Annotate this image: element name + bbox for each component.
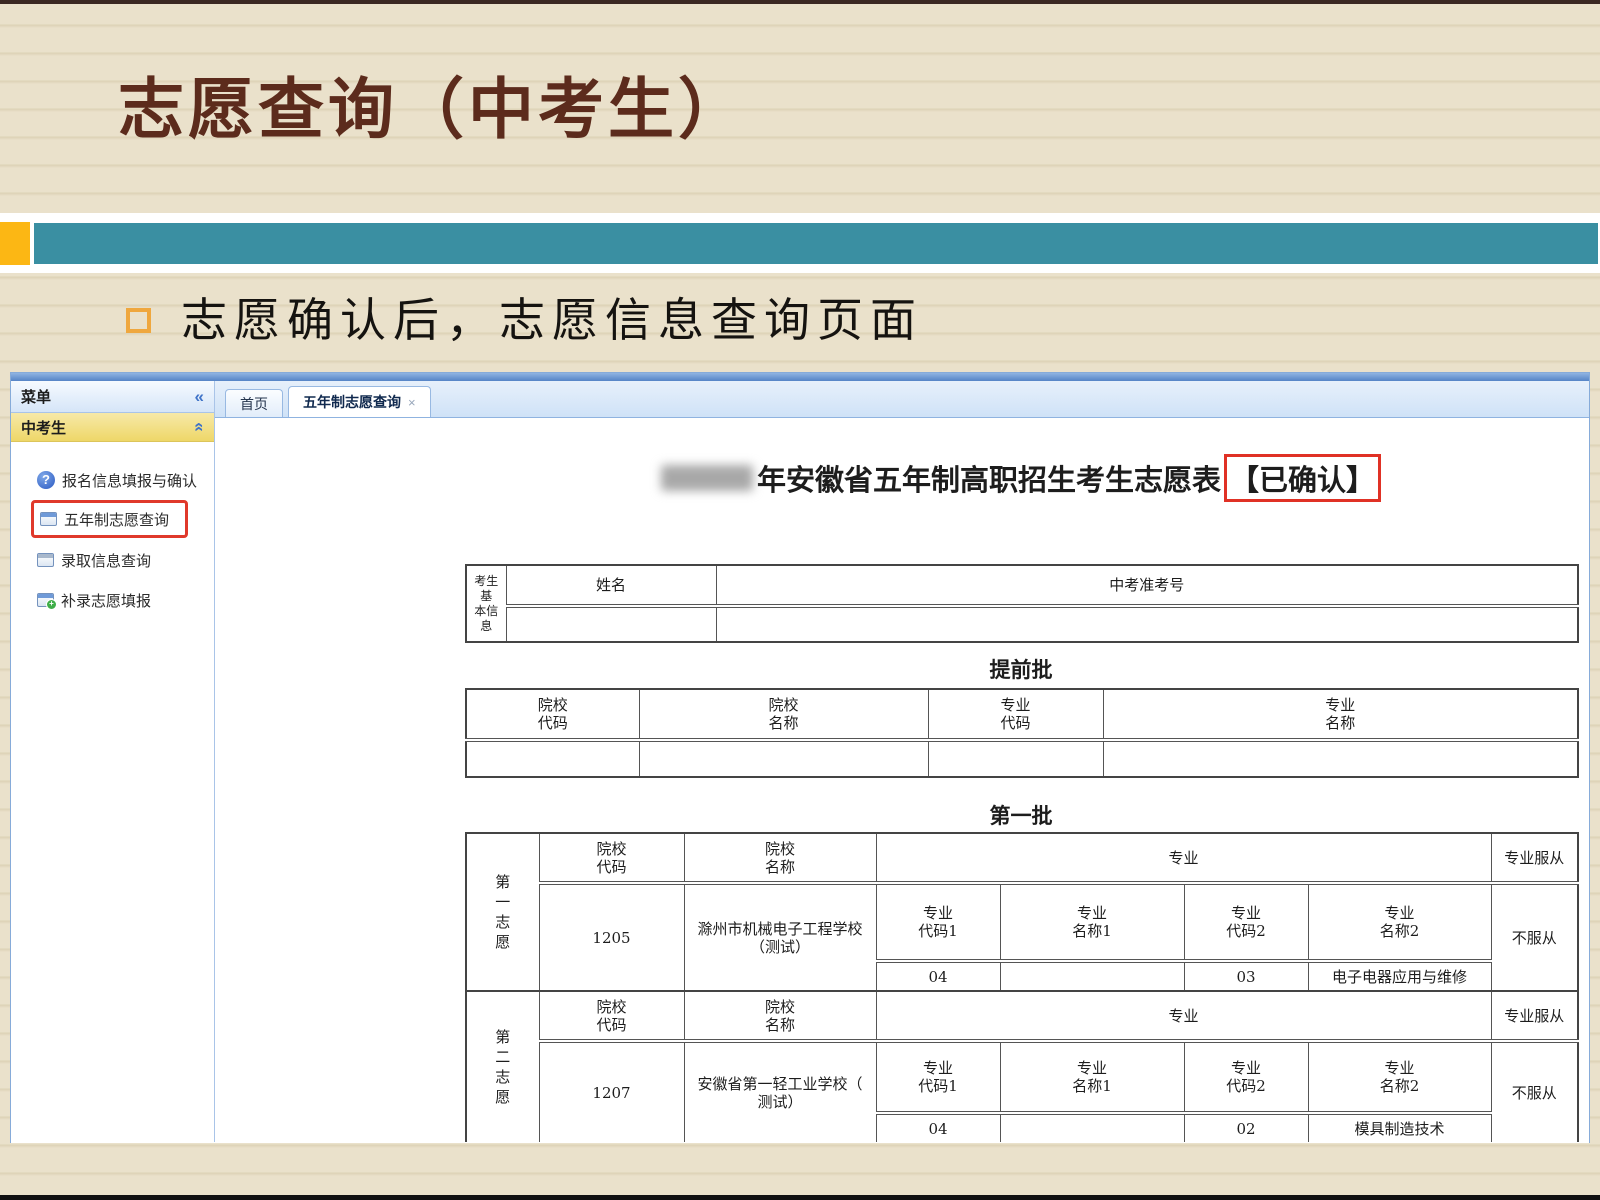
section-collapse-icon[interactable]: « — [189, 422, 209, 431]
choice1-major-code1: 04 — [876, 961, 1000, 991]
form-content: 年安徽省五年制高职招生考生志愿表 【已确认】 考生基 本信息 姓名 中考准考号 — [215, 418, 1589, 1142]
choice2-major-name2: 模具制造技术 — [1308, 1113, 1491, 1142]
tab-label: 首页 — [240, 394, 268, 414]
bullet-square-icon — [126, 308, 151, 333]
choice2-label: 第 二 志 愿 — [466, 991, 539, 1142]
first-batch-table: 第 一 志 愿 院校 代码 院校 名称 专业 专业服从 1205 滁州市机械电子… — [465, 832, 1579, 1142]
school-code-header: 院校 代码 — [466, 689, 639, 740]
major-name2-header: 专业 名称2 — [1308, 1041, 1491, 1113]
main-pane: 首页 五年制志愿查询 × 年安徽省五年制高职招生考生志愿表 【已确认】 — [215, 381, 1589, 1142]
first-batch-title: 第一批 — [465, 800, 1577, 830]
app-screenshot: 菜单 « 中考生 « 报名信息填报与确认 五年制志愿查询 录取信息查询 — [10, 372, 1590, 1143]
sidebar-item-bulu-tianbao[interactable]: 补录志愿填报 — [11, 580, 214, 620]
window-icon — [37, 553, 54, 567]
divider-band — [0, 213, 1600, 273]
divider-teal-bar — [34, 223, 1598, 264]
major-name1-header: 专业 名称1 — [1000, 883, 1184, 961]
major-code2-header: 专业 代码2 — [1184, 883, 1308, 961]
school-name-header: 院校 名称 — [684, 991, 876, 1041]
sidebar-item-label: 五年制志愿查询 — [64, 509, 169, 530]
sidebar-header: 菜单 « — [11, 381, 214, 413]
sidebar-item-luqu-chaxun[interactable]: 录取信息查询 — [11, 540, 214, 580]
divider-orange-block — [0, 222, 30, 265]
sidebar-section-zhongkaosheng[interactable]: 中考生 « — [11, 413, 214, 442]
major-code1-header: 专业 代码1 — [876, 1041, 1000, 1113]
name-value-cell — [506, 606, 716, 642]
bullet-text: 志愿确认后，志愿信息查询页面 — [181, 284, 923, 350]
sidebar-collapse-icon[interactable]: « — [195, 387, 204, 407]
tab-label: 五年制志愿查询 — [303, 392, 401, 412]
slide-top-border — [0, 0, 1600, 4]
choice1-major-name2: 电子电器应用与维修 — [1308, 961, 1491, 991]
choice2-major-code2: 02 — [1184, 1113, 1308, 1142]
major-name2-header: 专业 名称2 — [1308, 883, 1491, 961]
choice2-major-code1: 04 — [876, 1113, 1000, 1142]
major-group-header: 专业 — [876, 991, 1491, 1041]
form-title-row: 年安徽省五年制高职招生考生志愿表 【已确认】 — [465, 454, 1577, 502]
bullet-row: 志愿确认后，志愿信息查询页面 — [126, 284, 923, 350]
major-group-header: 专业 — [876, 833, 1491, 883]
major-code1-header: 专业 代码1 — [876, 883, 1000, 961]
form-title: 年安徽省五年制高职招生考生志愿表 — [757, 457, 1221, 499]
choice1-major-name1 — [1000, 961, 1184, 991]
school-code-header: 院校 代码 — [539, 833, 684, 883]
tab-home[interactable]: 首页 — [225, 389, 283, 417]
empty-cell — [928, 740, 1103, 777]
sidebar-section-label: 中考生 — [21, 417, 66, 438]
choice1-obey-value: 不服从 — [1491, 883, 1578, 991]
sidebar: 菜单 « 中考生 « 报名信息填报与确认 五年制志愿查询 录取信息查询 — [11, 381, 215, 1142]
basic-side-header: 考生基 本信息 — [466, 565, 506, 642]
tab-wunianzhi-chaxun[interactable]: 五年制志愿查询 × — [288, 386, 431, 417]
school-code-header: 院校 代码 — [539, 991, 684, 1041]
choice1-school-name: 滁州市机械电子工程学校 （测试） — [684, 883, 876, 991]
sidebar-item-baoming[interactable]: 报名信息填报与确认 — [11, 460, 214, 500]
major-obey-header: 专业服从 — [1491, 991, 1578, 1041]
tab-close-icon[interactable]: × — [408, 395, 416, 410]
form-window-icon — [40, 512, 57, 526]
early-batch-title: 提前批 — [465, 654, 1577, 684]
tab-bar: 首页 五年制志愿查询 × — [215, 381, 1589, 418]
name-header-cell: 姓名 — [506, 565, 716, 606]
major-code-header: 专业 代码 — [928, 689, 1103, 740]
major-code2-header: 专业 代码2 — [1184, 1041, 1308, 1113]
choice1-school-code: 1205 — [539, 883, 684, 991]
window-add-icon — [37, 593, 54, 607]
sidebar-item-wunianzhi-chaxun[interactable]: 五年制志愿查询 — [31, 500, 188, 538]
sidebar-item-label: 补录志愿填报 — [61, 590, 151, 611]
slide-title: 志愿查询（中考生） — [118, 56, 748, 152]
empty-cell — [466, 740, 639, 777]
help-icon — [37, 471, 55, 489]
empty-cell — [639, 740, 928, 777]
sidebar-header-label: 菜单 — [21, 386, 51, 407]
basic-info-table: 考生基 本信息 姓名 中考准考号 — [465, 564, 1579, 643]
sidebar-item-label: 录取信息查询 — [61, 550, 151, 571]
choice1-label: 第 一 志 愿 — [466, 833, 539, 991]
major-obey-header: 专业服从 — [1491, 833, 1578, 883]
school-name-header: 院校 名称 — [639, 689, 928, 740]
major-name1-header: 专业 名称1 — [1000, 1041, 1184, 1113]
choice1-major-code2: 03 — [1184, 961, 1308, 991]
sidebar-items: 报名信息填报与确认 五年制志愿查询 录取信息查询 补录志愿填报 — [11, 442, 214, 620]
empty-cell — [1103, 740, 1578, 777]
choice2-school-code: 1207 — [539, 1041, 684, 1142]
early-batch-table: 院校 代码 院校 名称 专业 代码 专业 名称 — [465, 688, 1579, 778]
major-name-header: 专业 名称 — [1103, 689, 1578, 740]
blurred-year — [661, 465, 753, 491]
choice2-major-name1 — [1000, 1113, 1184, 1142]
status-confirmed-badge: 【已确认】 — [1224, 454, 1381, 502]
exam-no-header-cell: 中考准考号 — [716, 565, 1578, 606]
slide-bottom-border — [0, 1195, 1600, 1200]
sidebar-item-label: 报名信息填报与确认 — [62, 470, 197, 491]
choice2-obey-value: 不服从 — [1491, 1041, 1578, 1142]
school-name-header: 院校 名称 — [684, 833, 876, 883]
window-title-bar — [11, 373, 1589, 381]
choice2-school-name: 安徽省第一轻工业学校（ 测试） — [684, 1041, 876, 1142]
exam-no-value-cell — [716, 606, 1578, 642]
